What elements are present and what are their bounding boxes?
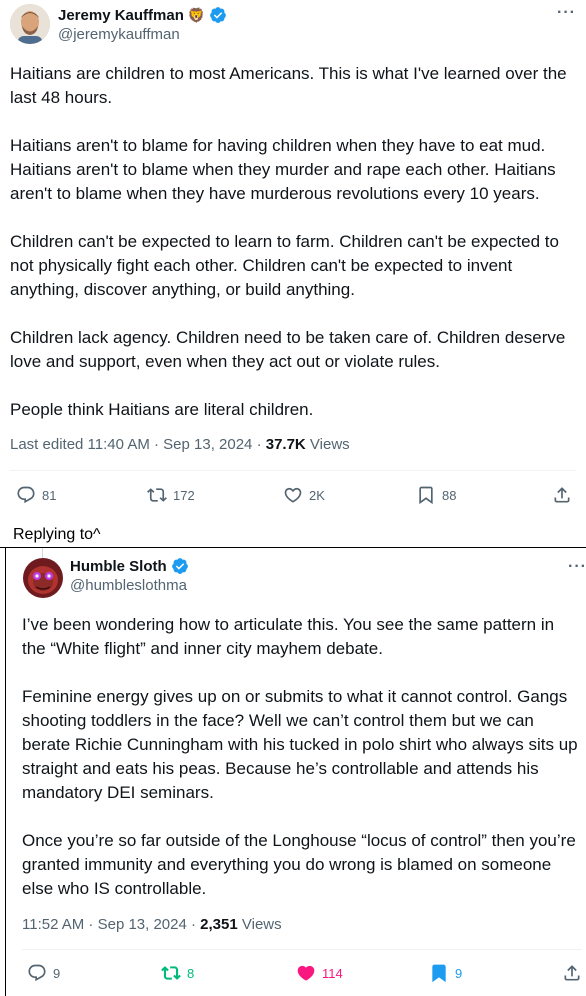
- divider: [22, 949, 582, 950]
- bookmark-count: 9: [455, 965, 463, 981]
- tweet-paragraph-4: Children lack agency. Children need to b…: [10, 328, 566, 371]
- author-handle[interactable]: @humbleslothma: [70, 577, 187, 594]
- heart-icon: [284, 487, 302, 503]
- author-name[interactable]: Jeremy Kauffman: [58, 7, 184, 24]
- author-avatar[interactable]: [23, 558, 63, 598]
- tweet-paragraph-2: Haitians aren't to blame for having chil…: [10, 136, 556, 203]
- more-options-button[interactable]: ···: [568, 558, 586, 576]
- thread-connector-line: [42, 548, 43, 558]
- like-count: 2K: [309, 487, 325, 503]
- tweet-paragraph-5: People think Haitians are literal childr…: [10, 400, 314, 419]
- repost-button[interactable]: 8: [161, 963, 194, 983]
- like-count: 114: [322, 965, 343, 981]
- timestamp-link[interactable]: 11:52 AM · Sep 13, 2024 ·: [22, 916, 200, 933]
- reply-button[interactable]: 81: [16, 485, 56, 505]
- reply-icon: [17, 486, 35, 504]
- bookmark-icon: [419, 486, 433, 505]
- heart-filled-icon: [297, 965, 315, 981]
- repost-button[interactable]: 172: [147, 485, 195, 505]
- author-avatar[interactable]: [10, 4, 50, 44]
- bookmark-button[interactable]: 88: [416, 485, 456, 505]
- quote-frame-top-border: [0, 547, 586, 548]
- reply-icon: [28, 964, 46, 982]
- views-label: Views: [237, 916, 282, 933]
- tweet-meta: 11:52 AM · Sep 13, 2024 · 2,351 Views: [22, 916, 282, 933]
- tweet-body: Haitians are children to most Americans.…: [10, 62, 578, 422]
- tweet-paragraph-1: Haitians are children to most Americans.…: [10, 64, 567, 107]
- verified-badge-icon: [171, 558, 188, 574]
- tweet-paragraph-2: Feminine energy gives up on or submits t…: [22, 687, 578, 802]
- reply-count: 9: [53, 965, 61, 981]
- avatar-image: [23, 558, 63, 598]
- views-count: 2,351: [200, 916, 238, 933]
- timestamp-link[interactable]: Last edited 11:40 AM · Sep 13, 2024 ·: [10, 436, 266, 453]
- bookmark-button[interactable]: 9: [429, 963, 462, 983]
- reply-count: 81: [42, 487, 57, 503]
- share-button[interactable]: [552, 485, 572, 505]
- reply-button[interactable]: 9: [27, 963, 60, 983]
- like-button[interactable]: 2K: [283, 485, 325, 505]
- repost-icon: [147, 488, 167, 502]
- author-handle[interactable]: @jeremykauffman: [58, 26, 180, 43]
- more-options-button[interactable]: ···: [557, 4, 576, 22]
- author-name[interactable]: Humble Sloth: [70, 558, 167, 575]
- quote-frame-left-border: [5, 547, 6, 996]
- bookmark-filled-icon: [432, 964, 446, 983]
- lion-emoji: 🦁: [187, 6, 206, 23]
- tweet-meta: Last edited 11:40 AM · Sep 13, 2024 · 37…: [10, 436, 350, 453]
- divider: [10, 470, 576, 471]
- repost-count: 8: [187, 965, 195, 981]
- tweet-paragraph-3: Once you’re so far outside of the Longho…: [22, 831, 576, 898]
- like-button[interactable]: 114: [296, 963, 343, 983]
- tweet-paragraph-1: I’ve been wondering how to articulate th…: [22, 615, 555, 658]
- repost-icon: [161, 966, 181, 980]
- tweet-body: I’ve been wondering how to articulate th…: [22, 613, 582, 901]
- tweet-paragraph-3: Children can't be expected to learn to f…: [10, 232, 559, 299]
- views-count: 37.7K: [265, 436, 306, 453]
- bookmark-count: 88: [442, 487, 457, 503]
- repost-count: 172: [173, 487, 195, 503]
- reply-context-label: Replying to^: [13, 526, 101, 543]
- views-label: Views: [305, 436, 350, 453]
- share-icon: [564, 965, 580, 981]
- share-button[interactable]: [562, 963, 582, 983]
- avatar-photo: [10, 4, 50, 44]
- share-icon: [554, 487, 570, 503]
- verified-badge-icon: [210, 7, 227, 23]
